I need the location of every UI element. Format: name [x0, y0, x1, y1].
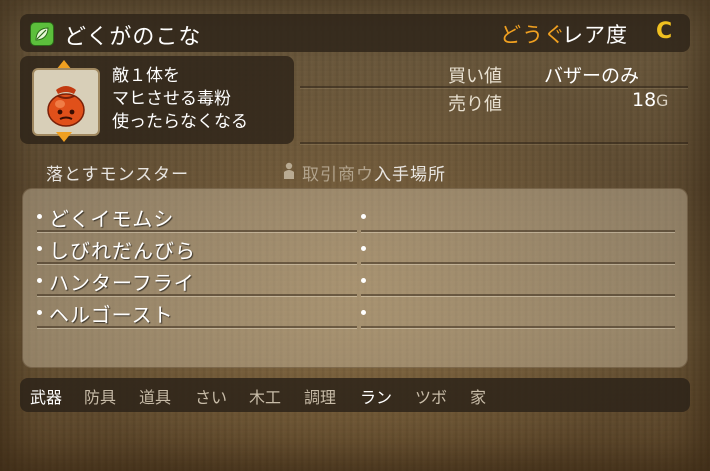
- next-item-arrow-icon[interactable]: [56, 132, 72, 142]
- craft-tab[interactable]: ツボ: [415, 384, 447, 408]
- location-item: [361, 265, 675, 296]
- price-area: 買い値 バザーのみ 売り値 18 G: [300, 56, 690, 144]
- leaf-icon: [30, 22, 54, 46]
- sell-price-value: 18: [632, 89, 657, 111]
- row-divider: [37, 294, 357, 296]
- monster-name: ハンターフライ: [49, 271, 195, 295]
- craft-tab[interactable]: 武器: [30, 384, 62, 408]
- price-divider: [300, 142, 688, 144]
- bullet-icon: [37, 278, 42, 283]
- description-line: 使ったらなくなる: [112, 112, 248, 132]
- bullet-icon: [37, 310, 42, 315]
- craft-tab[interactable]: 道具: [139, 384, 171, 408]
- price-divider: [300, 86, 688, 88]
- rarity-value: C: [656, 19, 673, 44]
- craft-tab[interactable]: さい: [195, 384, 227, 408]
- item-description-box: 敵１体を マヒさせる毒粉 使ったらなくなる: [20, 56, 294, 144]
- bullet-icon: [361, 214, 366, 219]
- bullet-icon: [37, 214, 42, 219]
- row-divider: [361, 230, 675, 232]
- craft-tab[interactable]: 防具: [84, 384, 116, 408]
- bullet-icon: [361, 278, 366, 283]
- buy-price-label: 買い値: [448, 66, 502, 87]
- row-divider: [361, 326, 675, 328]
- craft-tab[interactable]: 調理: [304, 384, 336, 408]
- rarity-label: レア度: [562, 23, 628, 47]
- tab-location[interactable]: 入手場所: [374, 160, 446, 185]
- location-item: [361, 233, 675, 264]
- person-icon: [284, 162, 294, 179]
- monster-name: どくイモムシ: [49, 207, 175, 231]
- bullet-icon: [361, 246, 366, 251]
- row-divider: [37, 326, 357, 328]
- row-divider: [361, 294, 675, 296]
- craft-category-bar: 武器 防具 道具 さい 木工 調理 ラン ツボ 家: [20, 378, 690, 412]
- monster-name: しびれだんびら: [49, 239, 196, 263]
- craft-tab[interactable]: ラン: [360, 384, 392, 408]
- location-item: [361, 297, 675, 328]
- craft-tab[interactable]: 木工: [249, 384, 281, 408]
- item-name: どくがのこな: [64, 25, 202, 50]
- row-divider: [361, 262, 675, 264]
- list-item[interactable]: どくイモムシ: [37, 201, 357, 232]
- item-title-bar: どくがのこな どうぐ レア度 C: [20, 14, 690, 52]
- item-category: どうぐ: [500, 23, 566, 47]
- description-line: 敵１体を: [112, 66, 180, 86]
- list-item[interactable]: しびれだんびら: [37, 233, 357, 264]
- poison-powder-bag-icon: [47, 86, 85, 127]
- monster-name: ヘルゴースト: [49, 303, 174, 327]
- item-description-text: 敵１体を マヒさせる毒粉 使ったらなくなる: [112, 65, 248, 134]
- list-item[interactable]: ヘルゴースト: [37, 297, 357, 328]
- list-item[interactable]: ハンターフライ: [37, 265, 357, 296]
- row-divider: [37, 230, 357, 232]
- tab-drop-monsters[interactable]: 落とすモンスター: [46, 160, 189, 185]
- item-icon-frame: [32, 68, 100, 136]
- row-divider: [37, 262, 357, 264]
- tab-trade[interactable]: 取引商ウ: [302, 160, 374, 185]
- currency-unit: G: [656, 91, 669, 110]
- sell-price-label: 売り値: [448, 94, 502, 115]
- monster-list-panel: どくイモムシ しびれだんびら ハンターフライ ヘルゴースト: [22, 188, 688, 368]
- location-item: [361, 201, 675, 232]
- description-line: マヒさせる毒粉: [112, 89, 231, 109]
- bullet-icon: [361, 310, 366, 315]
- bullet-icon: [37, 246, 42, 251]
- craft-tab[interactable]: 家: [470, 384, 486, 408]
- buy-price-value: バザーのみ: [544, 65, 640, 87]
